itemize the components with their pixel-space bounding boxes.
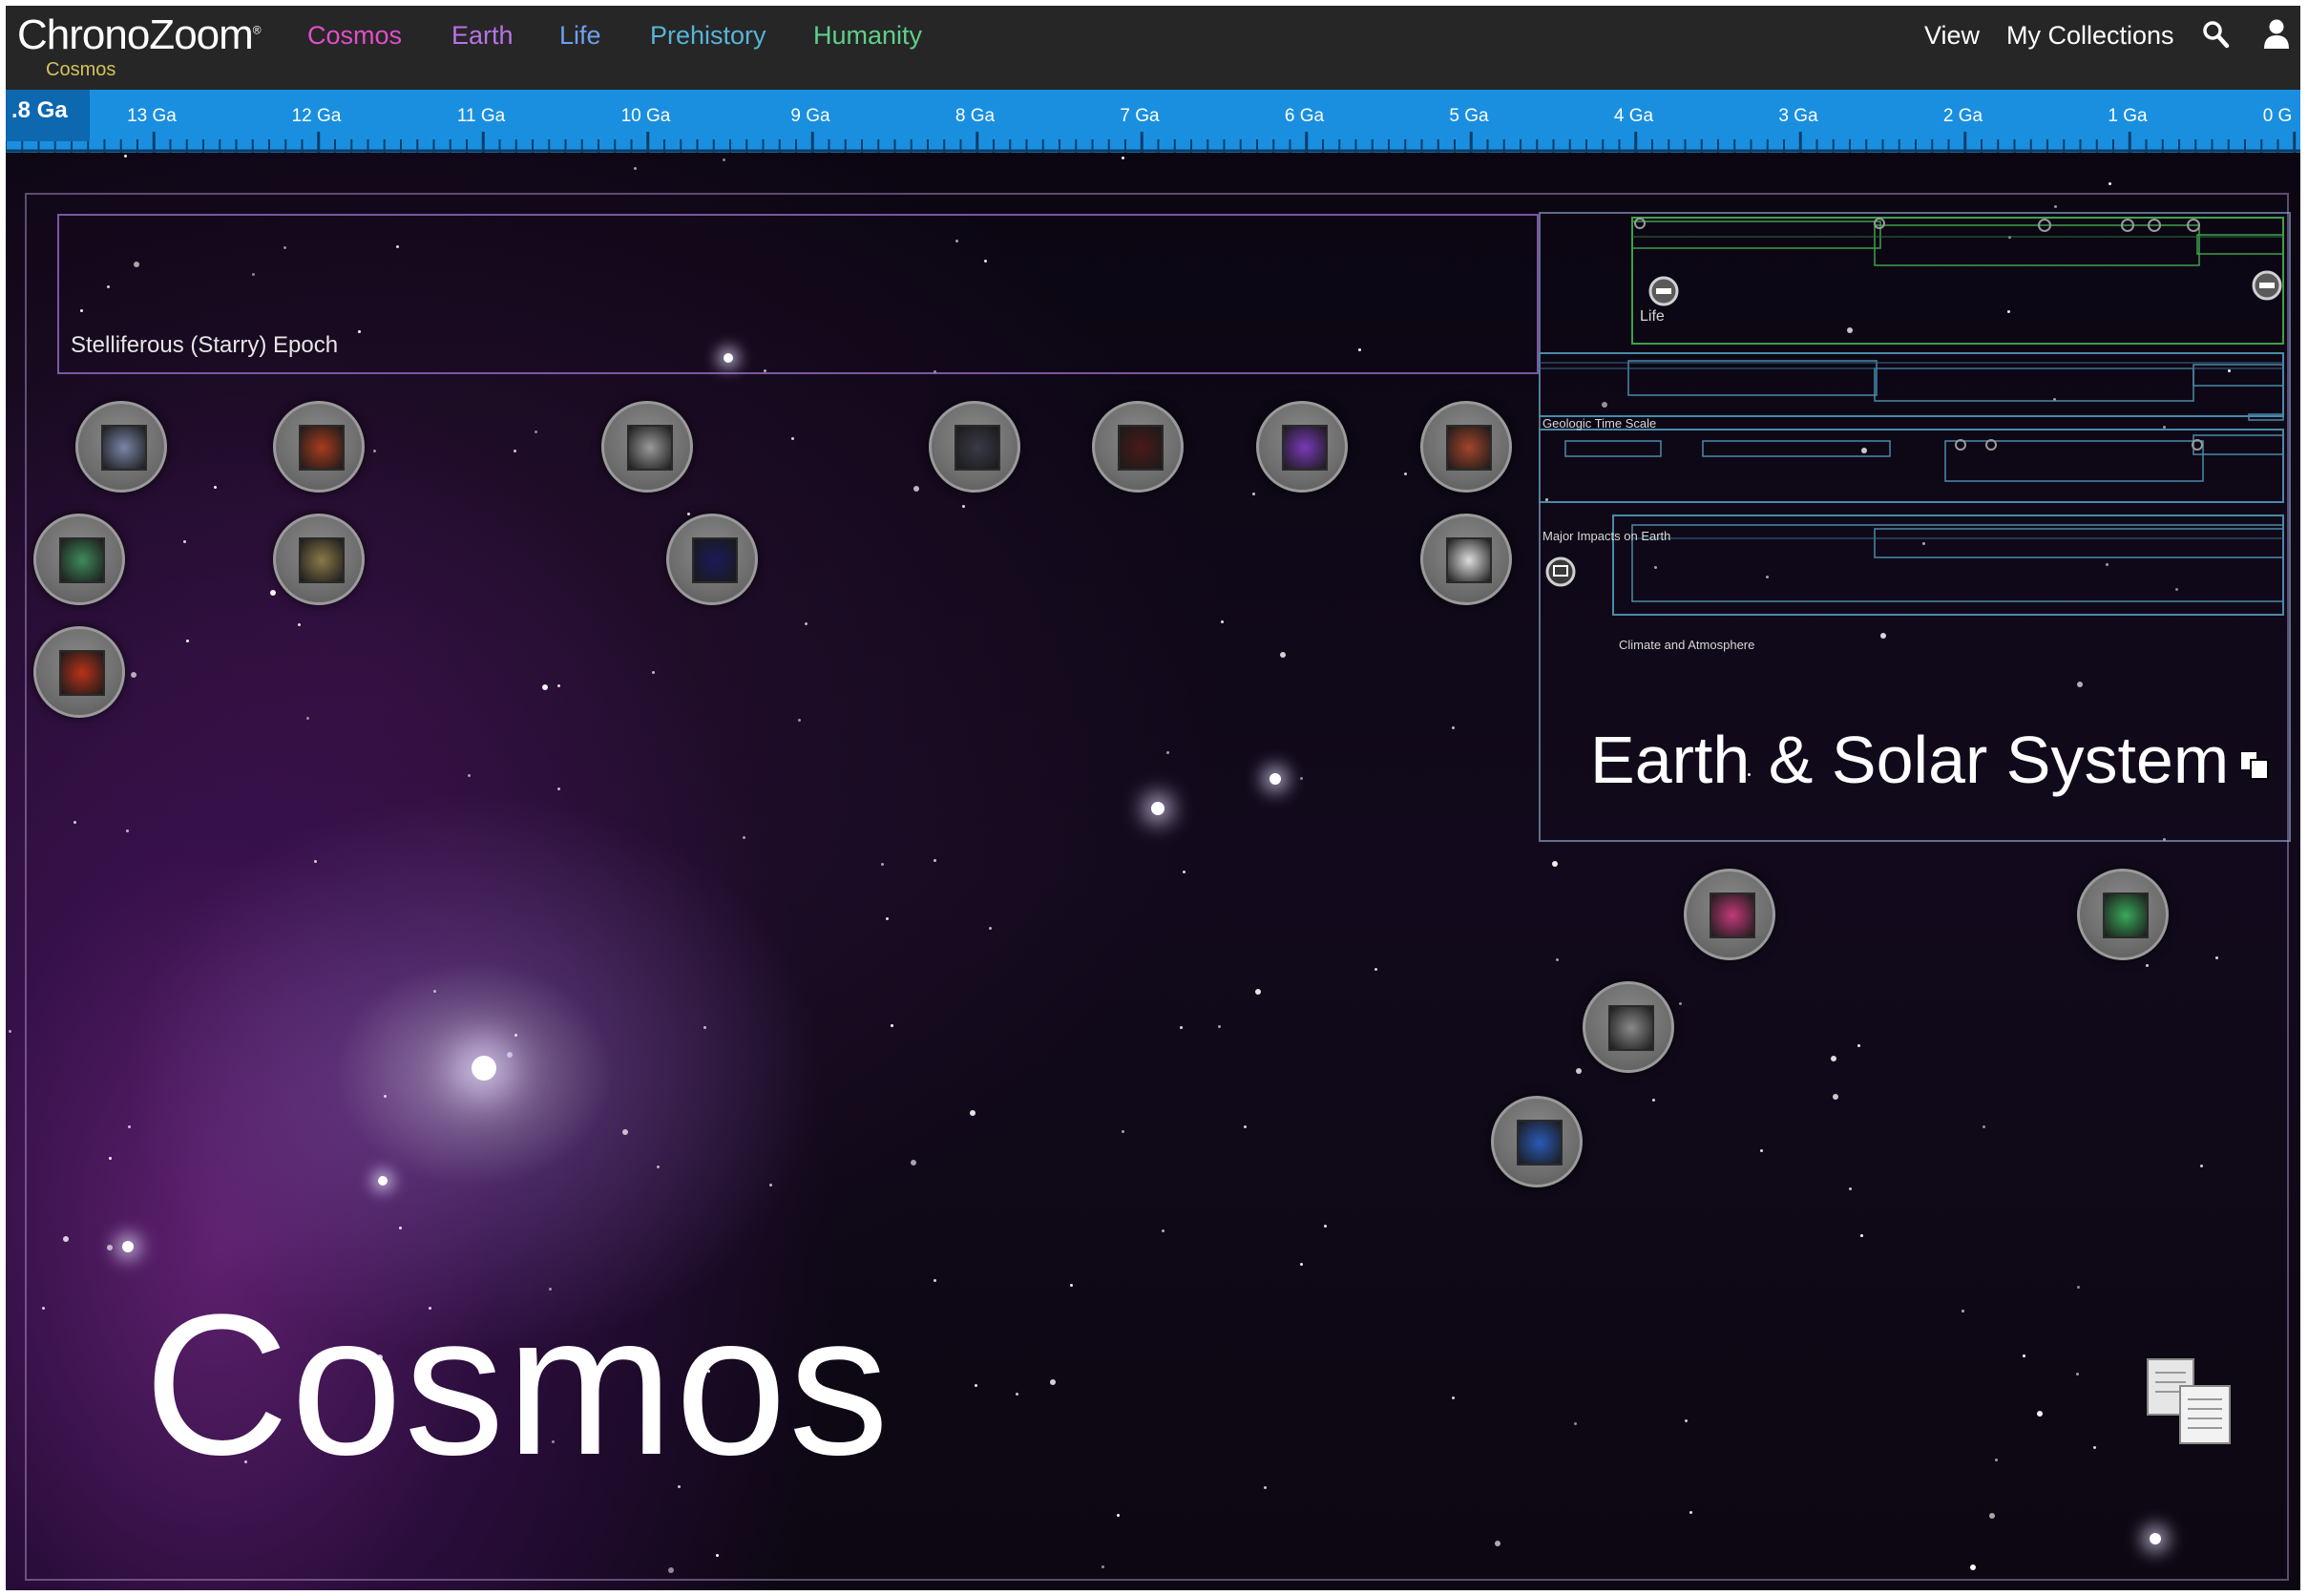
- exhibit-deep-field[interactable]: [929, 401, 1020, 493]
- view-menu-button[interactable]: View: [1924, 21, 1980, 51]
- exhibit-thumbnail: [1118, 425, 1164, 471]
- subtimeline-label-climate: Climate and Atmosphere: [1619, 638, 1755, 652]
- star: [9, 1030, 11, 1033]
- logo-trademark: ®: [252, 23, 262, 37]
- ruler-tick-label: 1 Ga: [2108, 106, 2148, 126]
- star: [634, 167, 637, 170]
- ruler-tick-label: 12 Ga: [291, 106, 342, 126]
- logo-text: ChronoZoom: [17, 11, 254, 58]
- exhibit-thumbnail: [1517, 1120, 1563, 1166]
- exhibit-thumbnail: [1446, 537, 1492, 583]
- my-collections-button[interactable]: My Collections: [2006, 21, 2174, 51]
- life-expand-icon[interactable]: [2251, 269, 2283, 306]
- exhibit-thumbnail: [299, 537, 345, 583]
- subtimeline-label-geologic: Geologic Time Scale: [1542, 416, 1657, 430]
- exhibit-galaxy[interactable]: [75, 401, 167, 493]
- nav-link-cosmos[interactable]: Cosmos: [307, 21, 402, 51]
- exhibit-quasar[interactable]: [1420, 514, 1512, 605]
- exhibit-thumbnail: [2103, 892, 2149, 938]
- exhibit-thumbnail: [59, 650, 105, 696]
- exhibit-earth[interactable]: [1491, 1096, 1583, 1187]
- ruler-tick-label: 13 Ga: [127, 106, 177, 126]
- ruler-tick-label: 4 Ga: [1613, 106, 1654, 126]
- impacts-info-icon[interactable]: [1544, 556, 1577, 593]
- exhibit-star-formation[interactable]: [1420, 401, 1512, 493]
- user-icon[interactable]: [2262, 17, 2291, 54]
- ruler-tick-label: 3 Ga: [1778, 106, 1818, 126]
- nav-link-earth[interactable]: Earth: [451, 21, 514, 51]
- exhibit-star-cluster[interactable]: [601, 401, 693, 493]
- chronozoom-logo[interactable]: ChronoZoom®: [17, 11, 262, 59]
- ruler-tick-label: 10 Ga: [620, 106, 671, 126]
- earth-solar-system-title: Earth & Solar System: [1590, 723, 2230, 797]
- ruler-tick-label: 5 Ga: [1449, 106, 1489, 126]
- current-time-marker[interactable]: .8 Ga: [6, 90, 90, 141]
- nav-link-prehistory[interactable]: Prehistory: [650, 21, 766, 51]
- subtimeline-label-life: Life: [1640, 308, 1665, 325]
- exhibit-cmb-map[interactable]: [33, 514, 125, 605]
- exhibit-thumbnail: [59, 537, 105, 583]
- exhibit-thumbnail: [1282, 425, 1328, 471]
- exhibit-nebula-red[interactable]: [1092, 401, 1184, 493]
- exhibit-thumbnail: [692, 537, 738, 583]
- ruler-tick-label: 2 Ga: [1942, 106, 1983, 126]
- exhibit-galaxy-collision[interactable]: [1256, 401, 1348, 493]
- ruler-tick-label: 11 Ga: [456, 106, 506, 126]
- exhibit-thumbnail: [955, 425, 1000, 471]
- exhibit-moon[interactable]: [1583, 981, 1674, 1073]
- exhibit-supernova[interactable]: [273, 401, 365, 493]
- subtimeline-label-impacts: Major Impacts on Earth: [1542, 529, 1671, 543]
- top-navigation-bar: ChronoZoom® Cosmos Cosmos Earth Life Pre…: [6, 6, 2300, 90]
- exhibit-thumbnail: [627, 425, 673, 471]
- timescale-ruler[interactable]: .8 Ga 13 Ga 12 Ga 11 Ga 10 Ga 9 Ga 8 Ga 7 Ga 6 …: [6, 90, 2300, 153]
- exhibit-dark-matter[interactable]: [666, 514, 758, 605]
- search-icon[interactable]: [2201, 19, 2232, 56]
- exhibit-thumbnail: [1710, 892, 1755, 938]
- current-time-label: .8 Ga: [11, 97, 68, 123]
- nav-link-humanity[interactable]: Humanity: [813, 21, 922, 51]
- exhibit-sun[interactable]: [2077, 869, 2169, 960]
- life-collapse-icon[interactable]: [1647, 275, 1680, 312]
- nav-link-life[interactable]: Life: [559, 21, 601, 51]
- current-location-label: Cosmos: [46, 59, 116, 80]
- star: [723, 158, 725, 161]
- star: [1122, 157, 1124, 159]
- copy-timeline-icon[interactable]: [2144, 1355, 2235, 1452]
- ruler-tick-label: 6 Ga: [1284, 106, 1325, 126]
- ruler-tick-label: 9 Ga: [790, 106, 830, 126]
- exhibit-solar-nebula[interactable]: [1684, 869, 1775, 960]
- exhibit-thumbnail: [299, 425, 345, 471]
- chronozoom-app: ChronoZoom® Cosmos Cosmos Earth Life Pre…: [6, 6, 2300, 1590]
- ruler-tick-label: 0 G: [2262, 106, 2293, 126]
- exhibit-thumbnail: [101, 425, 147, 471]
- earth-copy-icon[interactable]: [2239, 750, 2272, 788]
- cosmos-title: Cosmos: [144, 1272, 892, 1497]
- exhibit-thumbnail: [1608, 1005, 1654, 1051]
- epoch-label: Stelliferous (Starry) Epoch: [71, 332, 339, 358]
- timeline-canvas[interactable]: Stelliferous (Starry) Epoch Life Geologi…: [6, 153, 2300, 1590]
- exhibit-thumbnail: [1446, 425, 1492, 471]
- star: [2109, 182, 2111, 185]
- ruler-tick-label: 8 Ga: [955, 106, 996, 126]
- exhibit-early-universe[interactable]: [33, 626, 125, 718]
- star: [124, 155, 127, 158]
- exhibit-observatory[interactable]: [273, 514, 365, 605]
- ruler-tick-label: 7 Ga: [1120, 106, 1160, 126]
